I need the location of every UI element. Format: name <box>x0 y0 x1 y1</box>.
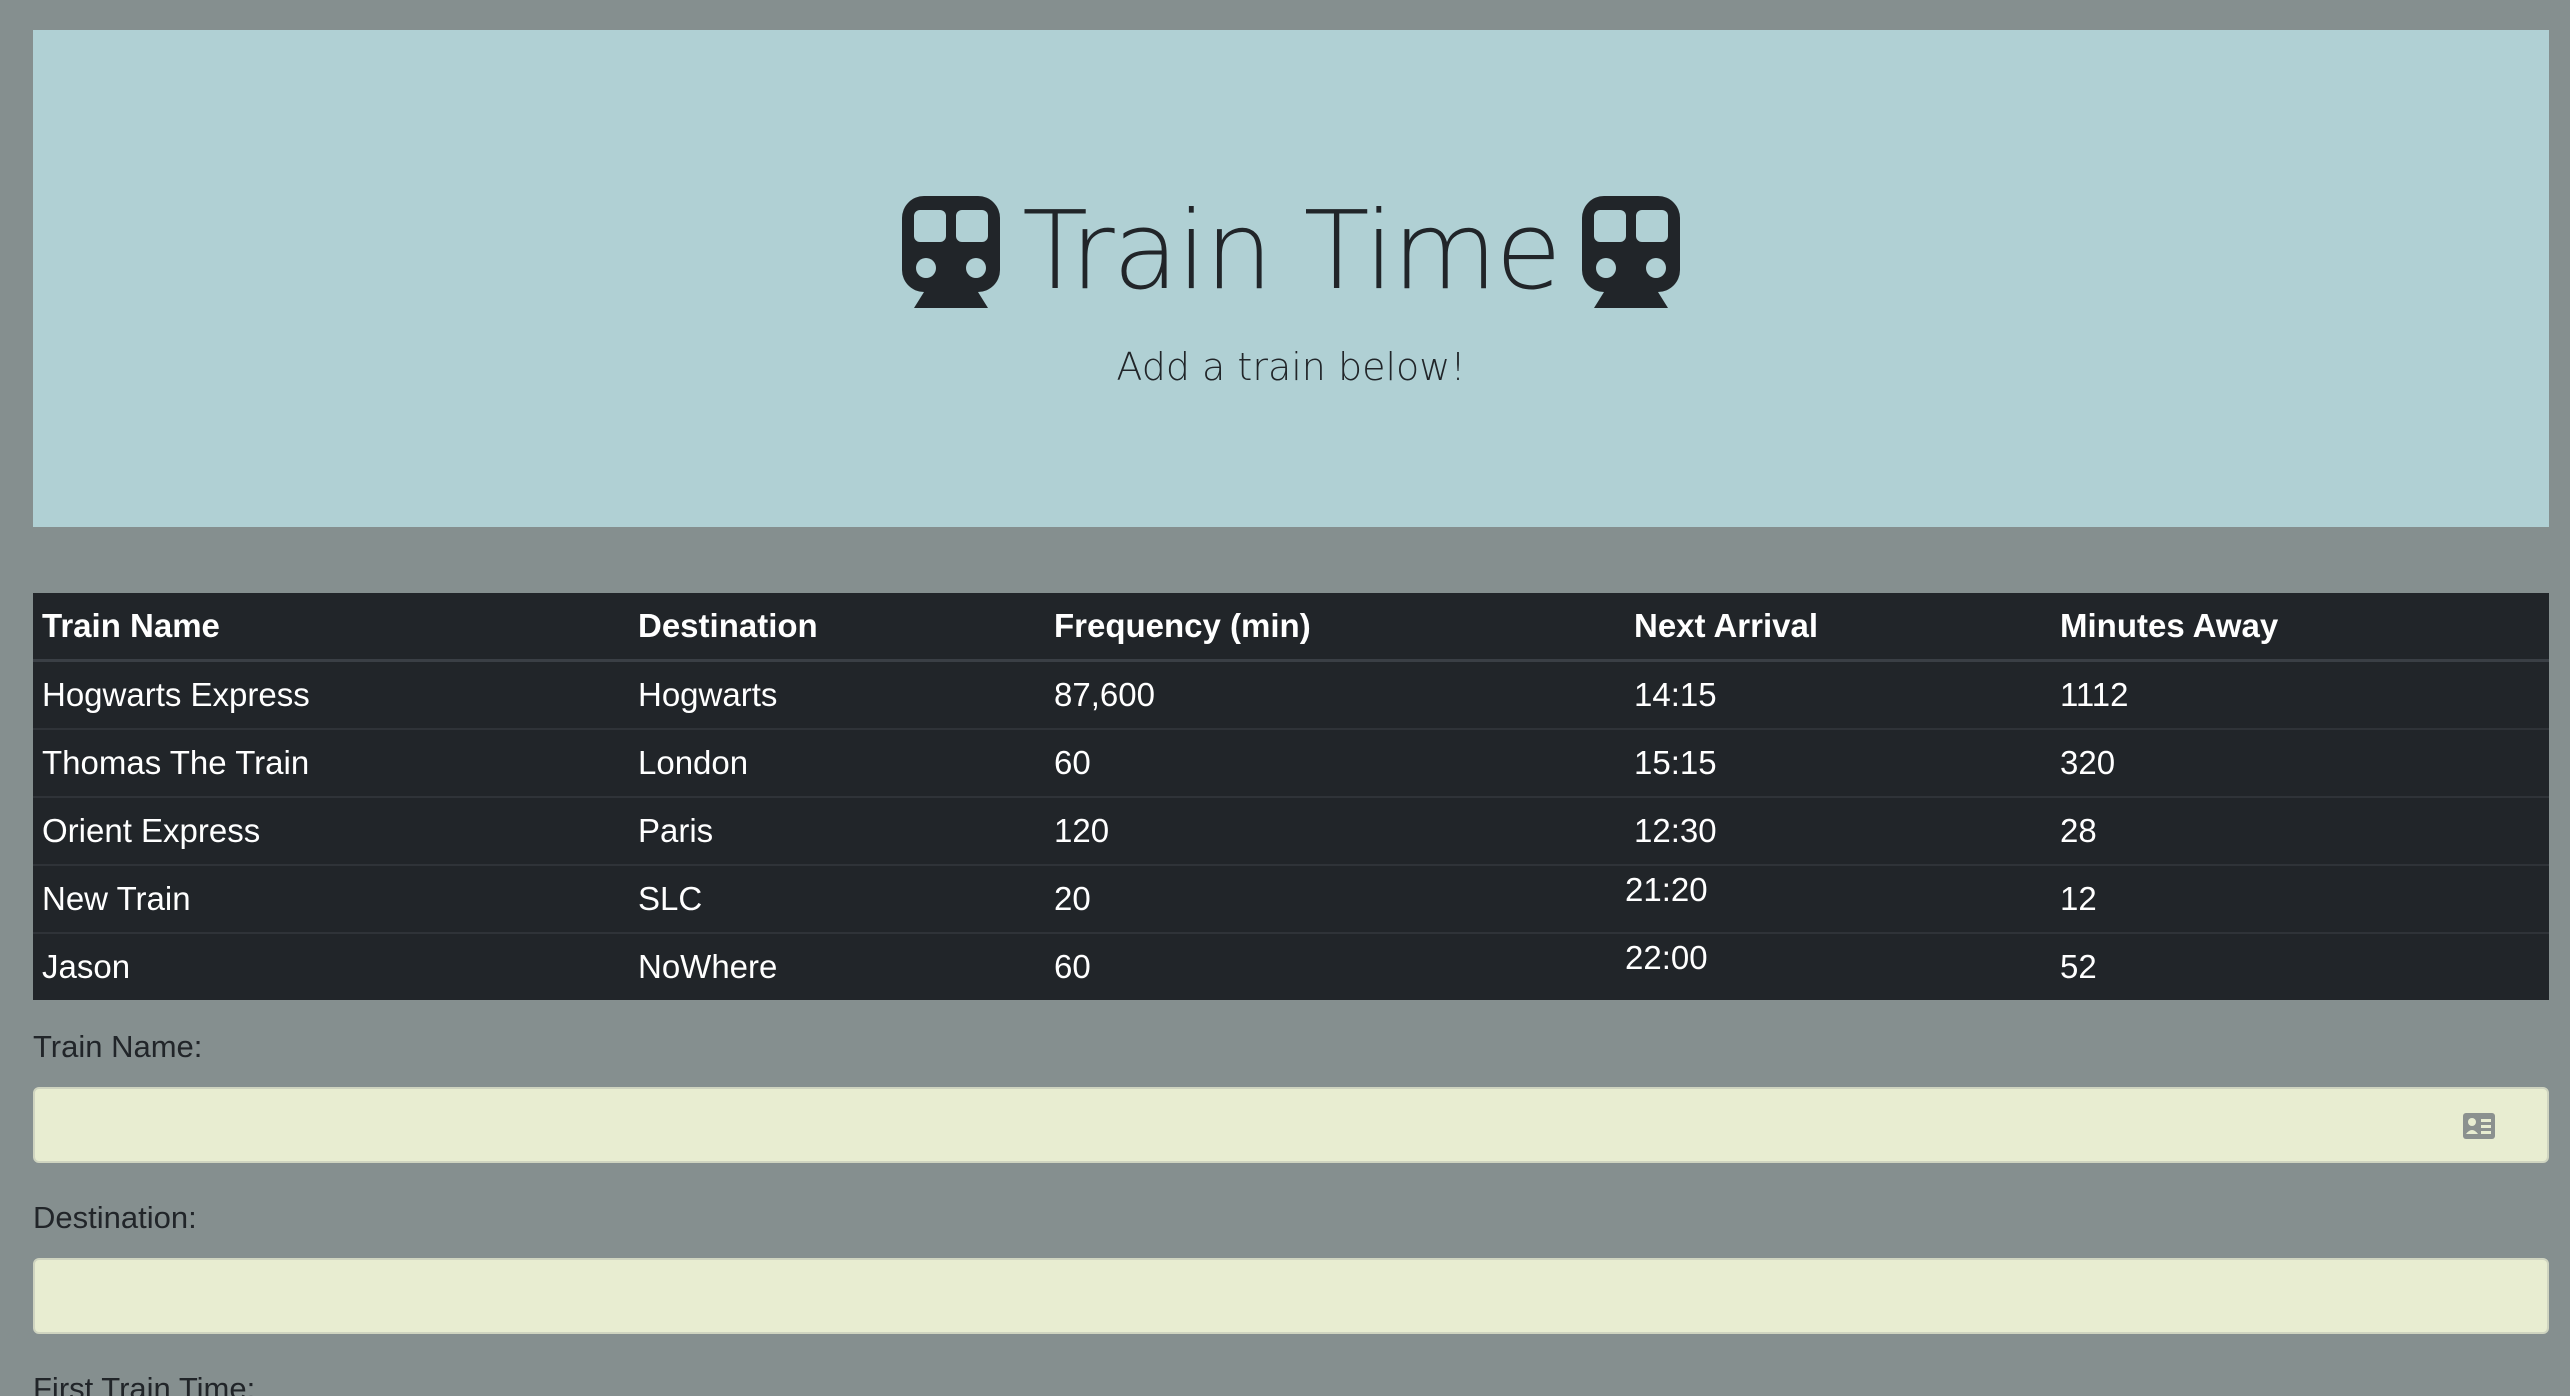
cell-minutes-away: 1112 <box>2051 660 2549 730</box>
table-row: Jason NoWhere 60 22:00 52 <box>33 933 2549 1000</box>
column-header-train-name: Train Name <box>33 593 629 662</box>
column-header-frequency: Frequency (min) <box>1045 593 1625 662</box>
cell-frequency: 60 <box>1045 729 1625 798</box>
table-row: Hogwarts Express Hogwarts 87,600 14:15 1… <box>33 660 2549 730</box>
cell-next-arrival: 15:15 <box>1625 729 2051 798</box>
train-name-label: Train Name: <box>33 1029 203 1064</box>
column-header-next-arrival: Next Arrival <box>1625 593 2051 662</box>
add-train-form: Train Name: Destination: First Train Tim… <box>33 1025 2549 1396</box>
table-row: Orient Express Paris 120 12:30 28 <box>33 797 2549 866</box>
cell-destination: Hogwarts <box>629 660 1045 730</box>
cell-frequency: 87,600 <box>1045 660 1625 730</box>
train-schedule-table: Train Name Destination Frequency (min) N… <box>33 593 2549 1000</box>
header-jumbotron: Train Time Add a train below! <box>33 30 2549 527</box>
page-title: Train Time <box>1022 189 1562 314</box>
title-row: Train Time <box>33 192 2549 312</box>
column-header-destination: Destination <box>629 593 1045 662</box>
next-arrival-value: 21:20 <box>1625 871 1708 908</box>
cell-train-name: New Train <box>33 865 629 934</box>
first-train-time-label: First Train Time: <box>33 1371 256 1396</box>
cell-next-arrival: 21:20 <box>1625 865 2051 934</box>
train-icon <box>1581 196 1680 308</box>
cell-minutes-away: 12 <box>2051 865 2549 934</box>
table-header-row: Train Name Destination Frequency (min) N… <box>33 593 2549 662</box>
cell-next-arrival: 22:00 <box>1625 933 2051 1000</box>
cell-frequency: 120 <box>1045 797 1625 866</box>
cell-destination: London <box>629 729 1045 798</box>
cell-minutes-away: 320 <box>2051 729 2549 798</box>
cell-destination: Paris <box>629 797 1045 866</box>
train-icon <box>902 196 1001 308</box>
cell-destination: SLC <box>629 865 1045 934</box>
train-name-input[interactable] <box>33 1087 2549 1163</box>
contact-card-icon[interactable] <box>2462 1110 2496 1142</box>
cell-train-name: Jason <box>42 948 131 985</box>
table-row: Thomas The Train London 60 15:15 320 <box>33 729 2549 798</box>
cell-next-arrival: 12:30 <box>1625 797 2051 866</box>
cell-frequency: 60 <box>1054 948 1091 985</box>
cell-train-name: Orient Express <box>33 797 629 866</box>
cell-destination: NoWhere <box>638 948 778 985</box>
cell-minutes-away: 28 <box>2051 797 2549 866</box>
destination-label: Destination: <box>33 1200 197 1235</box>
table-row: New Train SLC 20 21:20 12 <box>33 865 2549 934</box>
column-header-minutes-away: Minutes Away <box>2051 593 2549 662</box>
cell-frequency: 20 <box>1045 865 1625 934</box>
cell-minutes-away: 52 <box>2060 948 2097 985</box>
cell-train-name: Hogwarts Express <box>33 660 629 730</box>
page-subtitle: Add a train below! <box>1116 345 1466 389</box>
next-arrival-value: 22:00 <box>1625 939 1708 976</box>
destination-input[interactable] <box>33 1258 2549 1334</box>
page: Train Time Add a train below! Train Name… <box>0 0 2570 1396</box>
cell-next-arrival: 14:15 <box>1625 660 2051 730</box>
cell-train-name: Thomas The Train <box>33 729 629 798</box>
